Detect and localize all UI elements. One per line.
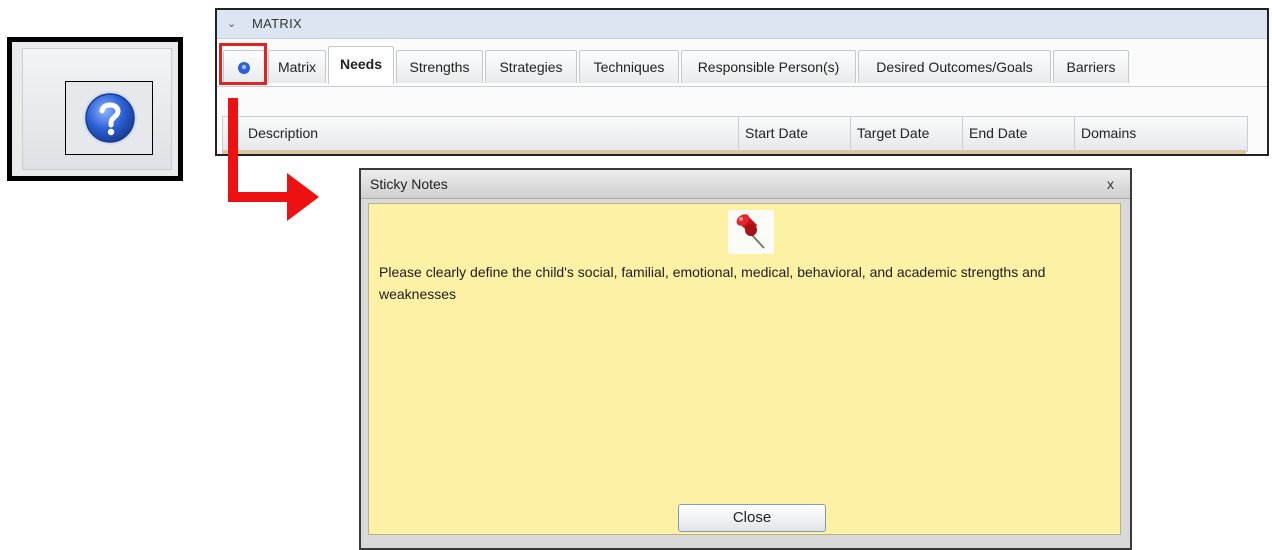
note-text: Please clearly define the child's social…	[379, 264, 1046, 302]
chevron-down-icon[interactable]: ⌄	[227, 10, 236, 38]
callout-arrow-head	[287, 173, 319, 221]
column-description[interactable]: Description	[223, 117, 738, 149]
grid-row-edge	[222, 150, 1246, 154]
tab-techniques[interactable]: Techniques	[579, 50, 679, 83]
close-button[interactable]: Close	[678, 504, 826, 532]
sticky-notes-dialog: Sticky Notes x Please clearly define the…	[359, 168, 1132, 550]
close-icon[interactable]: x	[1107, 170, 1114, 198]
tab-needs[interactable]: Needs	[328, 46, 394, 84]
callout-arrow-stem	[228, 98, 238, 202]
help-question-icon	[83, 91, 137, 145]
pushpin-icon	[728, 210, 774, 254]
zoomed-help-callout	[7, 37, 183, 181]
column-end-date[interactable]: End Date	[962, 117, 1074, 149]
tab-barriers[interactable]: Barriers	[1053, 50, 1129, 83]
dialog-title: Sticky Notes	[370, 176, 448, 192]
tab-desired-outcomes-goals[interactable]: Desired Outcomes/Goals	[858, 50, 1051, 83]
tab-matrix[interactable]: Matrix	[268, 50, 326, 83]
callout-arrow-shaft	[228, 192, 290, 202]
column-domains[interactable]: Domains	[1074, 117, 1247, 149]
tab-strategies[interactable]: Strategies	[485, 50, 577, 83]
matrix-panel: ⌄ MATRIX Matrix Needs Strengths Strategi…	[215, 8, 1269, 156]
zoomed-button-background	[22, 48, 172, 170]
tab-responsible-persons[interactable]: Responsible Person(s)	[681, 50, 856, 83]
panel-title: MATRIX	[252, 16, 302, 31]
dialog-title-bar[interactable]: Sticky Notes x	[361, 170, 1130, 199]
sticky-note-body: Please clearly define the child's social…	[368, 203, 1121, 535]
column-start-date[interactable]: Start Date	[738, 117, 850, 149]
column-target-date[interactable]: Target Date	[850, 117, 962, 149]
help-tab-highlight	[219, 43, 267, 85]
matrix-panel-header[interactable]: ⌄ MATRIX	[217, 10, 1267, 39]
grid-header: Description Start Date Target Date End D…	[222, 116, 1248, 152]
tab-strip: Matrix Needs Strengths Strategies Techni…	[217, 40, 1267, 87]
zoomed-help-button[interactable]	[65, 81, 153, 155]
tab-strengths[interactable]: Strengths	[396, 50, 483, 83]
